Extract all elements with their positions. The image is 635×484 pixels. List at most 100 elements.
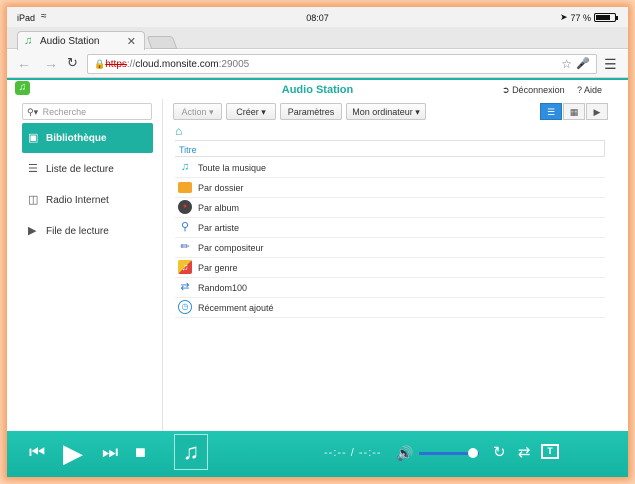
status-bar: iPad ≈ 08:07 ➤ 77 % bbox=[7, 7, 628, 27]
repeat-icon[interactable]: ↻ bbox=[493, 443, 506, 461]
search-placeholder: Recherche bbox=[42, 107, 87, 117]
album-cover-icon[interactable]: ♫ bbox=[174, 434, 208, 470]
list-item-label: Par compositeur bbox=[198, 243, 264, 253]
play-queue-icon: ▶ bbox=[28, 225, 37, 237]
search-icon: ⚲▾ bbox=[27, 107, 39, 117]
location-icon: ➤ bbox=[559, 12, 568, 22]
action-button[interactable]: Action ▾ bbox=[173, 103, 222, 120]
url-port: :29005 bbox=[218, 59, 250, 70]
list-item-recently-added[interactable]: ◷ Récemment ajouté bbox=[175, 298, 605, 318]
list-item-label: Par artiste bbox=[198, 223, 240, 233]
settings-button[interactable]: Paramètres bbox=[280, 103, 342, 120]
browser-toolbar: ← → ↻ 🔒https://cloud.monsite.com:29005 ☆… bbox=[7, 50, 628, 78]
insecure-lock-icon: 🔒 bbox=[94, 59, 106, 69]
new-tab-button[interactable] bbox=[146, 36, 178, 49]
list-item-label: Par album bbox=[198, 203, 240, 213]
sidebar-item-label: Bibliothèque bbox=[46, 133, 107, 144]
list-item-all-music[interactable]: ♫ Toute la musique bbox=[175, 158, 605, 178]
forward-icon[interactable]: → bbox=[44, 55, 58, 71]
url-field[interactable]: 🔒https://cloud.monsite.com:29005 ☆ 🎤 bbox=[87, 54, 597, 74]
microphone-icon: ⚲ bbox=[180, 221, 190, 233]
list-item-by-genre[interactable]: ♫ Par genre bbox=[175, 258, 605, 278]
sidebar-item-playlists[interactable]: ☰ Liste de lecture bbox=[22, 154, 153, 184]
previous-icon[interactable]: ⏮ bbox=[29, 442, 45, 463]
action-label: Action bbox=[181, 107, 207, 117]
list-item-label: Par genre bbox=[198, 263, 238, 273]
volume-handle[interactable] bbox=[468, 448, 478, 458]
sidebar-item-label: Liste de lecture bbox=[46, 164, 114, 175]
cover-view-icon[interactable]: ▶ bbox=[586, 103, 608, 120]
column-divider bbox=[604, 141, 605, 156]
create-label: Créer bbox=[236, 107, 259, 117]
browser-menu-icon[interactable]: ☰ bbox=[604, 56, 617, 73]
library-icon: ▣ bbox=[28, 132, 39, 144]
volume-icon[interactable]: 🔊 bbox=[396, 445, 413, 462]
shuffle-icon[interactable]: ⇄ bbox=[518, 443, 531, 461]
battery-percent: 77 % bbox=[570, 12, 591, 23]
browser-tab[interactable]: ♫ Audio Station ✕ bbox=[17, 31, 145, 50]
column-title: Titre bbox=[179, 145, 197, 155]
composer-icon: ✏ bbox=[180, 241, 190, 253]
next-icon[interactable]: ⏭ bbox=[102, 442, 118, 463]
list-item-label: Par dossier bbox=[198, 183, 244, 193]
battery-icon bbox=[594, 13, 618, 22]
reload-icon[interactable]: ↻ bbox=[67, 55, 78, 71]
play-icon[interactable]: ▶ bbox=[63, 438, 83, 469]
search-input[interactable]: ⚲▾ Recherche bbox=[22, 103, 152, 120]
sidebar-item-label: File de lecture bbox=[46, 226, 109, 237]
sidebar-item-label: Radio Internet bbox=[46, 195, 109, 206]
list-item-by-folder[interactable]: Par dossier bbox=[175, 178, 605, 198]
sidebar-item-library[interactable]: ▣ Bibliothèque bbox=[22, 123, 153, 153]
lyrics-icon[interactable]: T bbox=[541, 444, 559, 459]
back-icon[interactable]: ← bbox=[17, 55, 31, 71]
battery-fill bbox=[596, 15, 610, 20]
sidebar-item-play-queue[interactable]: ▶ File de lecture bbox=[22, 216, 153, 246]
sidebar: ⚲▾ Recherche ▣ Bibliothèque ☰ Liste de l… bbox=[7, 99, 163, 431]
genre-icon: ♫ bbox=[178, 260, 192, 274]
list-item-by-artist[interactable]: ⚲ Par artiste bbox=[175, 218, 605, 238]
list-item-label: Récemment ajouté bbox=[198, 303, 274, 313]
grid-view-icon[interactable]: ▦ bbox=[563, 103, 585, 120]
sidebar-item-internet-radio[interactable]: ◫ Radio Internet bbox=[22, 185, 153, 215]
url-host: cloud.monsite.com bbox=[135, 59, 219, 70]
list-item-by-album[interactable]: ● Par album bbox=[175, 198, 605, 218]
list-item-label: Toute la musique bbox=[198, 163, 267, 173]
title-column-header[interactable]: Titre bbox=[175, 140, 605, 157]
tab-title: Audio Station bbox=[40, 36, 100, 47]
help-icon: ? bbox=[577, 85, 583, 95]
create-button[interactable]: Créer ▾ bbox=[226, 103, 276, 120]
logout-icon: ➲ bbox=[502, 85, 510, 95]
settings-label: Paramètres bbox=[287, 107, 335, 117]
list-item-label: Random100 bbox=[198, 283, 248, 293]
folder-icon bbox=[178, 182, 192, 193]
my-computer-label: Mon ordinateur bbox=[352, 107, 413, 117]
browser-tab-strip: ♫ Audio Station ✕ bbox=[7, 27, 628, 50]
logout-label: Déconnexion bbox=[512, 85, 565, 95]
music-note-icon: ♫ bbox=[180, 161, 190, 173]
clock-icon: ◷ bbox=[178, 300, 192, 314]
album-icon: ● bbox=[178, 200, 192, 214]
shuffle-icon: ⇄ bbox=[180, 281, 190, 293]
clock: 08:07 bbox=[306, 13, 329, 23]
help-button[interactable]: ? Aide bbox=[577, 85, 602, 95]
list-view-icon[interactable]: ☰ bbox=[540, 103, 562, 120]
microphone-icon[interactable]: 🎤 bbox=[576, 57, 590, 70]
playlist-icon: ☰ bbox=[28, 163, 38, 175]
music-note-icon: ♫ bbox=[24, 35, 33, 47]
logout-button[interactable]: ➲ Déconnexion bbox=[502, 85, 565, 96]
list-item-by-composer[interactable]: ✏ Par compositeur bbox=[175, 238, 605, 258]
stop-icon[interactable]: ■ bbox=[135, 442, 146, 463]
list-item-random100[interactable]: ⇄ Random100 bbox=[175, 278, 605, 298]
bookmark-star-icon[interactable]: ☆ bbox=[561, 57, 572, 71]
battery: ➤ 77 % bbox=[559, 12, 618, 23]
playback-time: --:-- / --:-- bbox=[324, 447, 382, 459]
player-bar: ⏮ ▶ ⏭ ■ ♫ --:-- / --:-- 🔊 ↻ ⇄ T bbox=[7, 431, 628, 477]
app-header: ♫ Audio Station ➲ Déconnexion ? Aide bbox=[7, 78, 628, 99]
close-icon[interactable]: ✕ bbox=[127, 35, 136, 48]
home-icon[interactable]: ⌂ bbox=[175, 124, 182, 138]
url-separator: :// bbox=[126, 59, 136, 70]
my-computer-button[interactable]: Mon ordinateur ▾ bbox=[346, 103, 426, 120]
ipad-screen: iPad ≈ 08:07 ➤ 77 % ♫ Audio Station ✕ ← … bbox=[7, 7, 628, 477]
help-label: Aide bbox=[584, 85, 603, 95]
radio-icon: ◫ bbox=[28, 194, 39, 206]
